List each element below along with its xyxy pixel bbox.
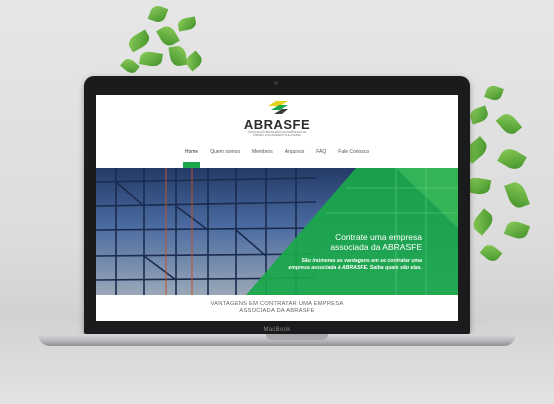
laptop-notch [266, 334, 328, 340]
nav-arquivos[interactable]: Arquivos [283, 147, 306, 157]
nav-faq[interactable]: FAQ [314, 147, 328, 157]
hero-title-line-1: Contrate uma empresa [335, 232, 422, 242]
nav-home[interactable]: Home [182, 147, 201, 169]
hero-title: Contrate uma empresa associada da ABRASF… [216, 232, 422, 252]
section-title-line-2: ASSOCIADA DA ABRASFE [239, 308, 315, 314]
main-nav: Home Quem somos Membros Arquivos FAQ Fal… [96, 147, 458, 169]
hero-banner: Contrate uma empresa associada da ABRASF… [96, 168, 458, 295]
nav-quem-somos[interactable]: Quem somos [208, 147, 242, 157]
site-header: ABRASFE ASSOCIAÇÃO BRASILEIRA DAS EMPRES… [96, 95, 458, 169]
laptop-lid: ABRASFE ASSOCIAÇÃO BRASILEIRA DAS EMPRES… [84, 76, 470, 334]
camera-icon [274, 81, 278, 85]
site-logo-subtitle: ASSOCIAÇÃO BRASILEIRA DAS EMPRESAS DE FÔ… [247, 131, 307, 137]
plant-top [118, 0, 214, 80]
hero-text: São inúmeras as vantagens em se contrata… [196, 258, 422, 271]
hero-text-line-2: empresa associada à ABRASFE. Saiba quais… [288, 264, 422, 271]
site-logo-title[interactable]: ABRASFE [96, 117, 458, 132]
laptop-screen: ABRASFE ASSOCIAÇÃO BRASILEIRA DAS EMPRES… [96, 95, 458, 321]
section-title-line-1: VANTAGENS EM CONTRATAR UMA EMPRESA [210, 301, 344, 307]
device-brand-label: MacBook [263, 327, 291, 333]
hero-title-line-2: associada da ABRASFE [330, 242, 422, 252]
section-title: VANTAGENS EM CONTRATAR UMA EMPRESA ASSOC… [186, 301, 368, 315]
laptop-base [38, 334, 516, 346]
nav-membros[interactable]: Membros [250, 147, 275, 157]
nav-fale-conosco[interactable]: Fale Conosco [336, 147, 371, 157]
